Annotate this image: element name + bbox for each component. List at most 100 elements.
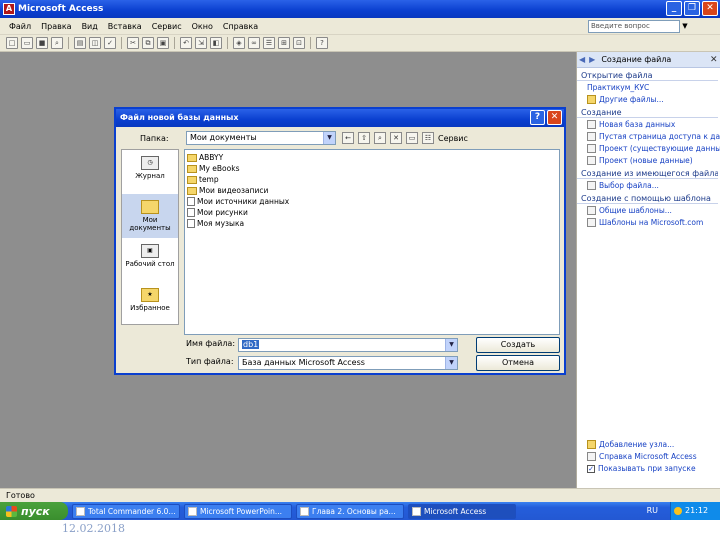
slide-date: 12.02.2018	[62, 522, 125, 535]
filetype-label: Тип файла:	[186, 357, 234, 366]
help-dropdown-icon[interactable]: ▼	[680, 20, 690, 33]
menu-window[interactable]: Окно	[187, 22, 218, 31]
copy-icon[interactable]: ⧉	[142, 37, 154, 49]
undo-icon[interactable]: ↶	[180, 37, 192, 49]
microsoft-templates-link[interactable]: Шаблоны на Microsoft.com	[577, 216, 720, 228]
print-icon[interactable]: ▤	[74, 37, 86, 49]
tools-menu[interactable]: Сервис	[438, 134, 468, 143]
create-project-new-link[interactable]: Проект (новые данные)	[577, 154, 720, 166]
up-folder-icon[interactable]: ⇧	[358, 132, 370, 144]
new-object-icon[interactable]: ⊡	[293, 37, 305, 49]
spelling-icon[interactable]: ✓	[104, 37, 116, 49]
create-project-existing-link[interactable]: Проект (существующие данные)	[577, 142, 720, 154]
show-at-startup-checkbox[interactable]: ✓ Показывать при запуске	[577, 462, 720, 474]
taskbar-item-powerpoint[interactable]: Microsoft PowerPoin...	[184, 503, 292, 519]
close-button[interactable]: ✕	[702, 1, 718, 16]
place-my-documents[interactable]: Мои документы	[122, 194, 178, 238]
access-help-link[interactable]: Справка Microsoft Access	[577, 450, 720, 462]
list-item[interactable]: My eBooks	[187, 163, 559, 174]
save-icon[interactable]: ■	[36, 37, 48, 49]
task-pane-close-icon[interactable]: ✕	[710, 55, 720, 65]
create-blank-database-link[interactable]: Новая база данных	[577, 118, 720, 130]
new-folder-icon[interactable]: ▭	[406, 132, 418, 144]
script-icon[interactable]: ∞	[248, 37, 260, 49]
menu-file[interactable]: Файл	[4, 22, 36, 31]
chevron-down-icon: ▼	[445, 357, 457, 369]
new-icon[interactable]: □	[6, 37, 18, 49]
back-arrow-icon[interactable]: ←	[342, 132, 354, 144]
filename-input[interactable]: db1 ▼	[238, 338, 458, 352]
toolbar-divider	[310, 37, 311, 49]
menu-tools[interactable]: Сервис	[147, 22, 187, 31]
open-link-practicum[interactable]: Практикум_КУС	[577, 81, 720, 93]
open-icon[interactable]: ▭	[21, 37, 33, 49]
help-question-input[interactable]: Введите вопрос	[588, 20, 680, 33]
tray-icon[interactable]	[674, 507, 682, 515]
language-indicator[interactable]: RU	[647, 502, 658, 520]
system-tray: 21:12	[670, 502, 720, 520]
menu-help[interactable]: Справка	[218, 22, 263, 31]
minimize-button[interactable]: _	[666, 1, 682, 16]
properties-icon[interactable]: ☰	[263, 37, 275, 49]
delete-icon[interactable]: ✕	[390, 132, 402, 144]
file-search-icon[interactable]: ⌕	[51, 37, 63, 49]
code-icon[interactable]: ◈	[233, 37, 245, 49]
place-desktop[interactable]: ▣ Рабочий стол	[122, 238, 178, 282]
project-icon	[587, 144, 596, 153]
filetype-select[interactable]: База данных Microsoft Access ▼	[238, 356, 458, 370]
app-icon	[300, 506, 309, 516]
dialog-title-bar: Файл новой базы данных ? ✕	[116, 109, 564, 127]
menu-insert[interactable]: Вставка	[103, 22, 147, 31]
list-item[interactable]: Мои видеозаписи	[187, 185, 559, 196]
places-bar: ◷ Журнал Мои документы ▣ Рабочий стол ★ Изб…	[121, 149, 179, 325]
access-key-icon: A	[3, 3, 15, 15]
cut-icon[interactable]: ✂	[127, 37, 139, 49]
forward-arrow-icon[interactable]: ▶	[589, 55, 595, 64]
web-template-icon	[587, 218, 596, 227]
search-web-icon[interactable]: ⌕	[374, 132, 386, 144]
place-history[interactable]: ◷ Журнал	[122, 150, 178, 194]
taskbar-item-total-commander[interactable]: Total Commander 6.0...	[72, 503, 180, 519]
list-item[interactable]: ABBYY	[187, 152, 559, 163]
menu-edit[interactable]: Правка	[36, 22, 76, 31]
open-link-more-files[interactable]: Другие файлы...	[577, 93, 720, 105]
window-title: Microsoft Access	[18, 4, 104, 14]
my-documents-icon	[141, 200, 159, 214]
open-section-heading: Открытие файла	[577, 68, 718, 81]
folder-icon	[187, 175, 197, 184]
folder-icon	[187, 153, 197, 162]
create-button[interactable]: Создать	[476, 337, 560, 353]
back-arrow-icon[interactable]: ◀	[579, 55, 585, 64]
database-icon	[587, 120, 596, 129]
dialog-title: Файл новой базы данных	[120, 113, 239, 122]
help-icon[interactable]: ?	[316, 37, 328, 49]
filename-label: Имя файла:	[186, 339, 236, 348]
relationships-icon[interactable]: ⊞	[278, 37, 290, 49]
list-item[interactable]: Моя музыка	[187, 218, 559, 229]
taskbar-item-word[interactable]: Глава 2. Основы ра...	[296, 503, 404, 519]
print-preview-icon[interactable]: ◫	[89, 37, 101, 49]
list-item[interactable]: temp	[187, 174, 559, 185]
choose-file-link[interactable]: Выбор файла...	[577, 179, 720, 191]
dialog-close-button[interactable]: ✕	[547, 110, 562, 125]
cancel-button[interactable]: Отмена	[476, 355, 560, 371]
dialog-help-button[interactable]: ?	[530, 110, 545, 125]
list-item[interactable]: Мои рисунки	[187, 207, 559, 218]
create-data-access-page-link[interactable]: Пустая страница доступа к данным	[577, 130, 720, 142]
general-templates-link[interactable]: Общие шаблоны...	[577, 204, 720, 216]
chevron-down-icon: ▼	[323, 132, 335, 144]
menu-view[interactable]: Вид	[77, 22, 103, 31]
folder-select[interactable]: Мои документы ▼	[186, 131, 336, 145]
checkmark-icon: ✓	[587, 464, 595, 473]
office-links-icon[interactable]: ⇲	[195, 37, 207, 49]
add-network-place-link[interactable]: Добавление узла...	[577, 438, 720, 450]
views-icon[interactable]: ☷	[422, 132, 434, 144]
title-bar: A Microsoft Access _ ❐ ✕	[0, 0, 720, 18]
taskbar-item-access[interactable]: Microsoft Access	[408, 503, 516, 519]
paste-icon[interactable]: ▣	[157, 37, 169, 49]
place-favorites[interactable]: ★ Избранное	[122, 282, 178, 326]
analyze-icon[interactable]: ◧	[210, 37, 222, 49]
start-button[interactable]: пуск	[0, 502, 68, 520]
list-item[interactable]: Мои источники данных	[187, 196, 559, 207]
maximize-button[interactable]: ❐	[684, 1, 700, 16]
